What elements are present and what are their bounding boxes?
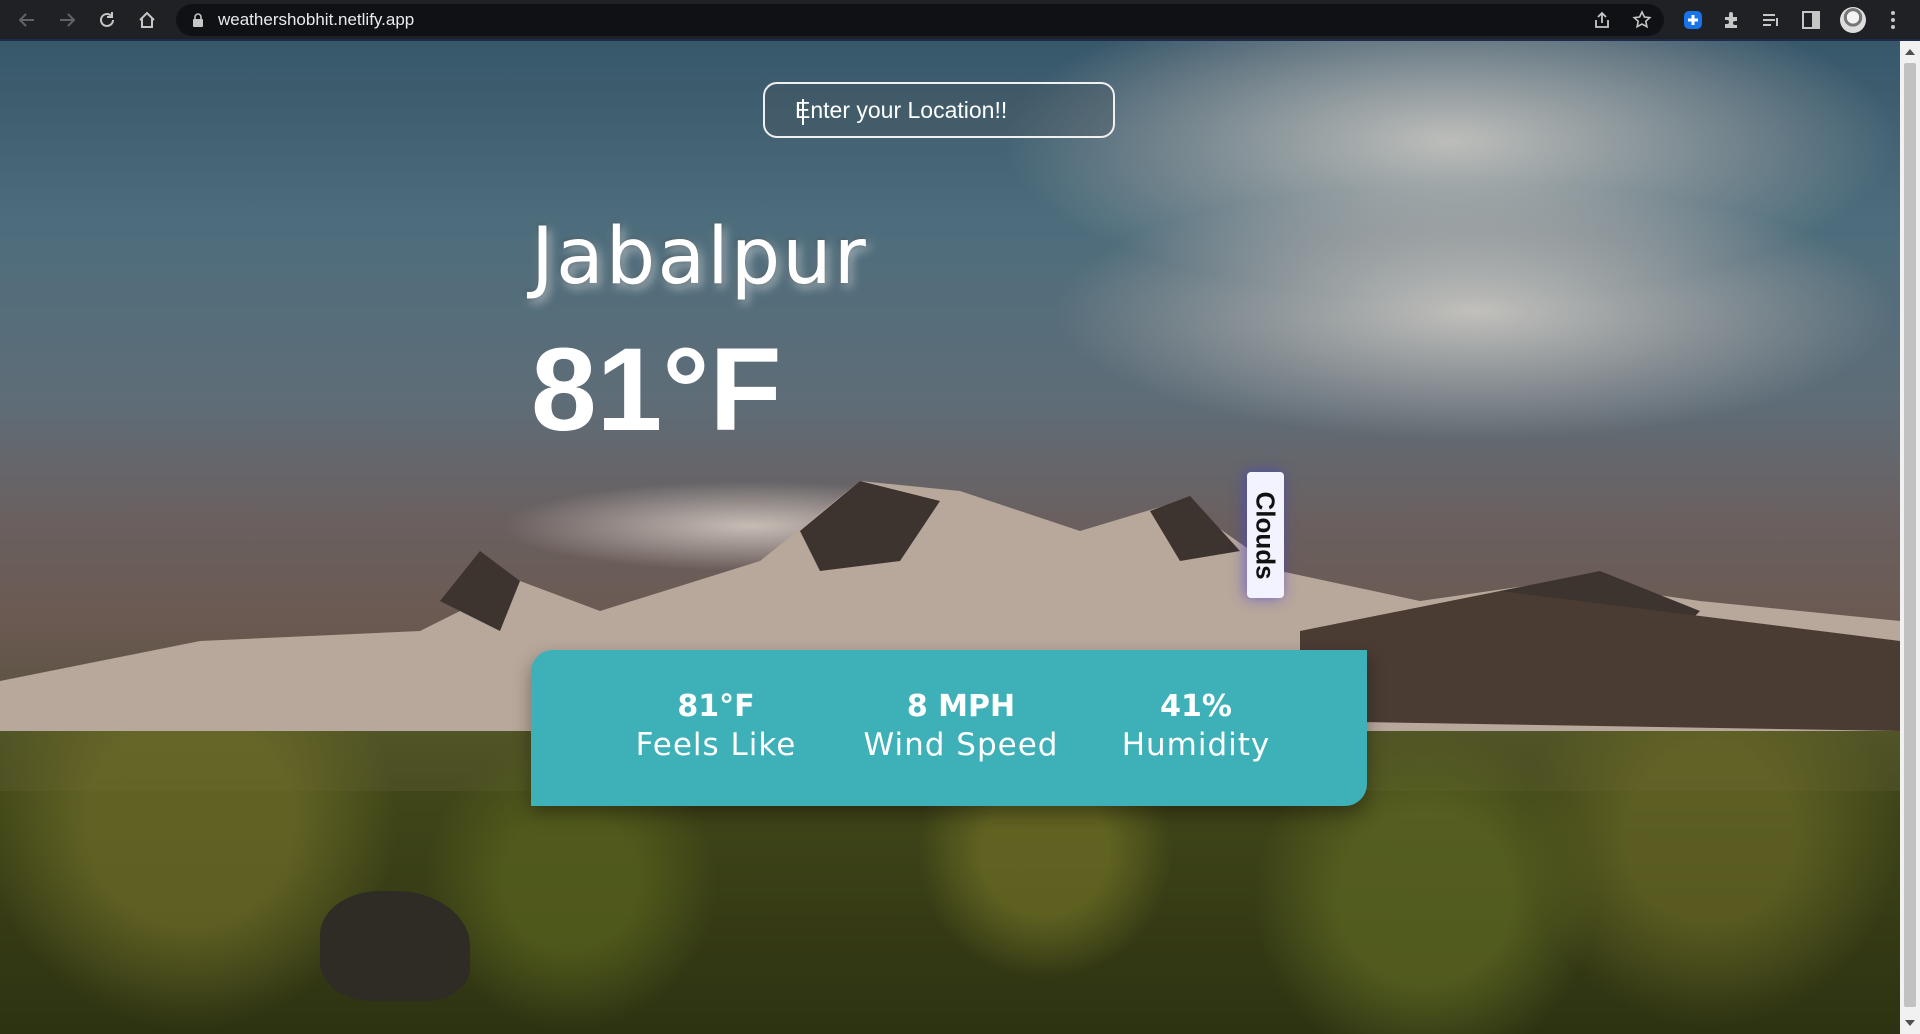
home-icon[interactable] [134, 7, 160, 33]
temperature: 81°F [531, 324, 782, 456]
reload-icon[interactable] [94, 7, 120, 33]
forward-arrow-icon[interactable] [54, 7, 80, 33]
condition-label: Clouds [1251, 490, 1282, 580]
scroll-up-arrow-icon[interactable] [1905, 49, 1915, 55]
humidity-value: 41% [1160, 689, 1232, 724]
city-name: Jabalpur [531, 212, 868, 302]
scroll-down-arrow-icon[interactable] [1905, 1020, 1915, 1026]
feels-like-value: 81°F [677, 689, 755, 724]
browser-toolbar: weathershobhit.netlify.app [0, 0, 1920, 41]
weather-stats-card: 81°F Feels Like 8 MPH Wind Speed 41% Hum… [531, 650, 1367, 806]
side-panel-icon[interactable] [1800, 9, 1822, 31]
vertical-scrollbar[interactable] [1900, 41, 1920, 1034]
location-search-input[interactable] [763, 82, 1115, 138]
profile-avatar[interactable] [1840, 7, 1866, 33]
share-icon[interactable] [1592, 10, 1612, 30]
wind-speed-value: 8 MPH [906, 689, 1016, 724]
feels-like-label: Feels Like [635, 727, 797, 763]
scrollbar-thumb[interactable] [1904, 63, 1916, 1007]
back-arrow-icon[interactable] [14, 7, 40, 33]
star-icon[interactable] [1632, 10, 1652, 30]
foreground-rock [320, 891, 470, 1001]
extension-icon[interactable] [1682, 9, 1704, 31]
address-bar[interactable]: weathershobhit.netlify.app [176, 4, 1664, 36]
reading-list-icon[interactable] [1760, 9, 1782, 31]
humidity-stat: 41% Humidity [1101, 688, 1291, 764]
humidity-label: Humidity [1121, 727, 1271, 763]
lock-icon[interactable] [190, 12, 206, 28]
background-cloud [1050, 181, 1900, 441]
wind-speed-label: Wind Speed [863, 727, 1059, 763]
feels-like-stat: 81°F Feels Like [631, 688, 801, 764]
kebab-menu-icon[interactable] [1882, 9, 1904, 31]
puzzle-icon[interactable] [1721, 9, 1743, 31]
wind-speed-stat: 8 MPH Wind Speed [851, 688, 1071, 764]
weather-page: Jabalpur 81°F Clouds 81°F Feels Like 8 M… [0, 41, 1900, 1034]
condition-badge: Clouds [1247, 472, 1284, 598]
text-caret [802, 99, 804, 125]
url-text[interactable]: weathershobhit.netlify.app [218, 10, 414, 30]
